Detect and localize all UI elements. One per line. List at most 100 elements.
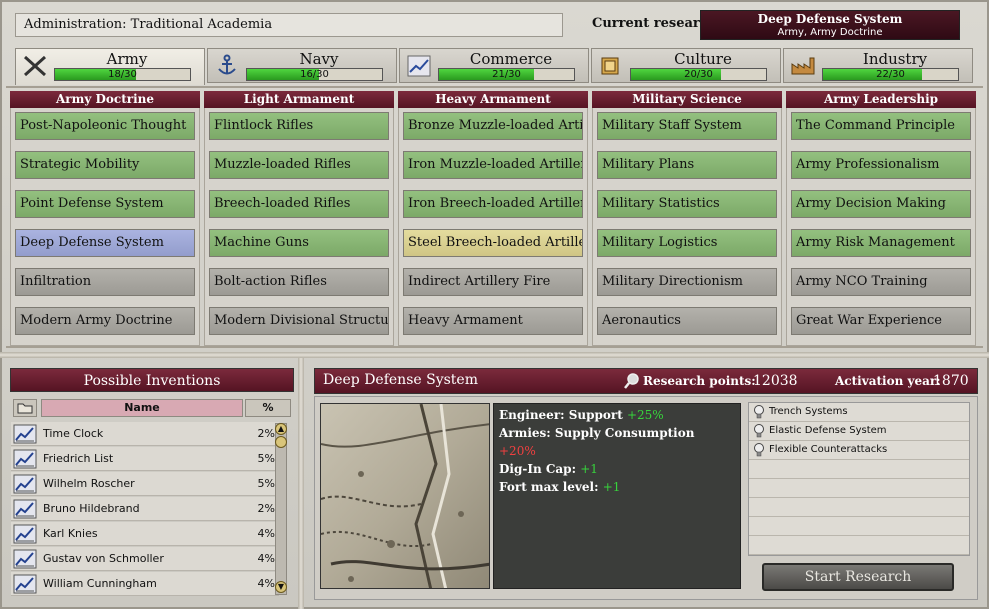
activation-year-value: 1870 — [933, 373, 969, 389]
tech-column-body: Bronze Muzzle-loaded Arti ... Iron Muzzle… — [398, 108, 588, 346]
current-research-box[interactable]: Deep Defense System Army, Army Doctrine — [700, 10, 960, 40]
start-research-button[interactable]: Start Research — [762, 563, 954, 591]
invention-row[interactable]: Wilhelm Roscher 5% — [11, 472, 279, 496]
invention-row[interactable]: Gustav von Schmoller 4% — [11, 547, 279, 571]
invention-row[interactable]: Karl Knies 4% — [11, 522, 279, 546]
tab-industry[interactable]: Industry 22/30 — [783, 48, 973, 83]
unlock-name: Trench Systems — [769, 406, 848, 417]
empty-unlock-row — [749, 498, 969, 517]
tech-item[interactable]: Aeronautics — [597, 307, 777, 335]
tech-name: Army Decision Making — [796, 196, 946, 211]
folder-sort-button[interactable] — [13, 399, 37, 417]
tech-item[interactable]: Modern Divisional Structure — [209, 307, 389, 335]
tech-item[interactable]: Muzzle-loaded Rifles — [209, 151, 389, 179]
tech-name: Military Plans — [602, 157, 695, 172]
tech-item[interactable]: Post-Napoleonic Thought — [15, 112, 195, 140]
tech-column: Army Leadership The Command Principle Army… — [786, 91, 976, 346]
scroll-thumb[interactable] — [275, 436, 287, 448]
tab-army[interactable]: Army 18/30 — [15, 48, 205, 85]
tech-column-body: Flintlock Rifles Muzzle-loaded Rifles Bree… — [204, 108, 394, 346]
tech-item[interactable]: Military Logistics — [597, 229, 777, 257]
tech-item[interactable]: Iron Muzzle-loaded Artillery — [403, 151, 583, 179]
tech-column-body: Post-Napoleonic Thought Strategic Mobilit… — [10, 108, 200, 346]
tab-label: Navy — [299, 50, 339, 68]
tech-item[interactable]: Steel Breech-loaded Artillery — [403, 229, 583, 257]
tech-item[interactable]: Point Defense System — [15, 190, 195, 218]
lightbulb-icon — [753, 443, 765, 457]
tech-item[interactable]: Military Directionism — [597, 268, 777, 296]
tech-item[interactable]: Deep Defense System — [15, 229, 195, 257]
inventions-column-headers: Name % — [11, 399, 293, 417]
administration-label: Administration: Traditional Academia — [15, 13, 563, 37]
invention-row[interactable]: Friedrich List 5% — [11, 447, 279, 471]
tech-item[interactable]: Iron Breech-loaded Artillery — [403, 190, 583, 218]
tech-item[interactable]: Bolt-action Rifles — [209, 268, 389, 296]
unlock-item[interactable]: Flexible Counterattacks — [749, 441, 969, 460]
tech-name: Breech-loaded Rifles — [214, 196, 351, 211]
invention-row[interactable]: William Cunningham 4% — [11, 572, 279, 596]
commerce-chart-icon — [13, 424, 37, 444]
inventions-header: Possible Inventions — [10, 368, 294, 392]
tech-item[interactable]: Modern Army Doctrine — [15, 307, 195, 335]
scroll-down-button[interactable]: ▼ — [275, 581, 287, 593]
commerce-chart-icon — [13, 474, 37, 494]
tech-item[interactable]: Machine Guns — [209, 229, 389, 257]
effect-line: Engineer: Support +25% — [499, 406, 735, 424]
technology-photo — [320, 403, 490, 589]
tech-item[interactable]: Indirect Artillery Fire — [403, 268, 583, 296]
tech-item[interactable]: Flintlock Rifles — [209, 112, 389, 140]
invention-percent: 2% — [257, 427, 275, 440]
effect-value: +20% — [499, 444, 536, 458]
tab-progress-bar: 21/30 — [438, 68, 575, 81]
tech-item[interactable]: Great War Experience — [791, 307, 971, 335]
tab-progress-bar: 16/30 — [246, 68, 383, 81]
tech-name: Army NCO Training — [796, 274, 928, 289]
tab-commerce[interactable]: Commerce 21/30 — [399, 48, 589, 83]
name-column-header[interactable]: Name — [41, 399, 243, 417]
inventions-scrollbar[interactable] — [275, 423, 287, 595]
unlock-item[interactable]: Elastic Defense System — [749, 422, 969, 441]
tech-item[interactable]: Army Decision Making — [791, 190, 971, 218]
effect-label: Armies: Supply Consumption — [499, 426, 695, 440]
invention-name: Friedrich List — [43, 452, 114, 465]
lightbulb-icon — [753, 424, 765, 438]
tech-item[interactable]: Heavy Armament — [403, 307, 583, 335]
tech-column: Heavy Armament Bronze Muzzle-loaded Arti … — [398, 91, 588, 346]
unlock-item[interactable]: Trench Systems — [749, 403, 969, 422]
tech-column-body: The Command Principle Army Professionalis… — [786, 108, 976, 346]
tech-item[interactable]: Bronze Muzzle-loaded Arti ... — [403, 112, 583, 140]
tech-name: Bolt-action Rifles — [214, 274, 327, 289]
tech-item[interactable]: Strategic Mobility — [15, 151, 195, 179]
magnifier-icon — [624, 373, 639, 389]
folder-icon — [17, 403, 33, 414]
invention-name: Time Clock — [43, 427, 104, 440]
tech-item[interactable]: The Command Principle — [791, 112, 971, 140]
invention-row[interactable]: Time Clock 2% — [11, 422, 279, 446]
tech-name: Aeronautics — [602, 313, 681, 328]
empty-unlock-row — [749, 460, 969, 479]
tech-item[interactable]: Breech-loaded Rifles — [209, 190, 389, 218]
vertical-divider — [298, 358, 304, 609]
current-research-category: Army, Army Doctrine — [777, 27, 883, 38]
invention-row[interactable]: Bruno Hildebrand 2% — [11, 497, 279, 521]
tech-item[interactable]: Army NCO Training — [791, 268, 971, 296]
tab-label: Culture — [674, 50, 732, 68]
tech-column-header: Heavy Armament — [398, 91, 588, 108]
tech-name: Modern Divisional Structure — [214, 313, 389, 328]
tab-navy[interactable]: Navy 16/30 — [207, 48, 397, 83]
research-points-value: 12038 — [753, 373, 798, 389]
tech-item[interactable]: Infiltration — [15, 268, 195, 296]
tech-item[interactable]: Army Risk Management — [791, 229, 971, 257]
unlocked-inventions-list: Trench Systems Elastic Defense System Flex… — [748, 402, 970, 556]
tech-item[interactable]: Military Staff System — [597, 112, 777, 140]
tech-name: Point Defense System — [20, 196, 164, 211]
scroll-up-button[interactable]: ▲ — [275, 423, 287, 435]
effect-line: Fort max level: +1 — [499, 478, 735, 496]
tech-item[interactable]: Military Plans — [597, 151, 777, 179]
percent-column-header[interactable]: % — [245, 399, 291, 417]
tech-item[interactable]: Army Professionalism — [791, 151, 971, 179]
commerce-chart-icon — [13, 574, 37, 594]
tech-item[interactable]: Military Statistics — [597, 190, 777, 218]
tab-culture[interactable]: Culture 20/30 — [591, 48, 781, 83]
trench-aerial-image — [321, 404, 489, 588]
